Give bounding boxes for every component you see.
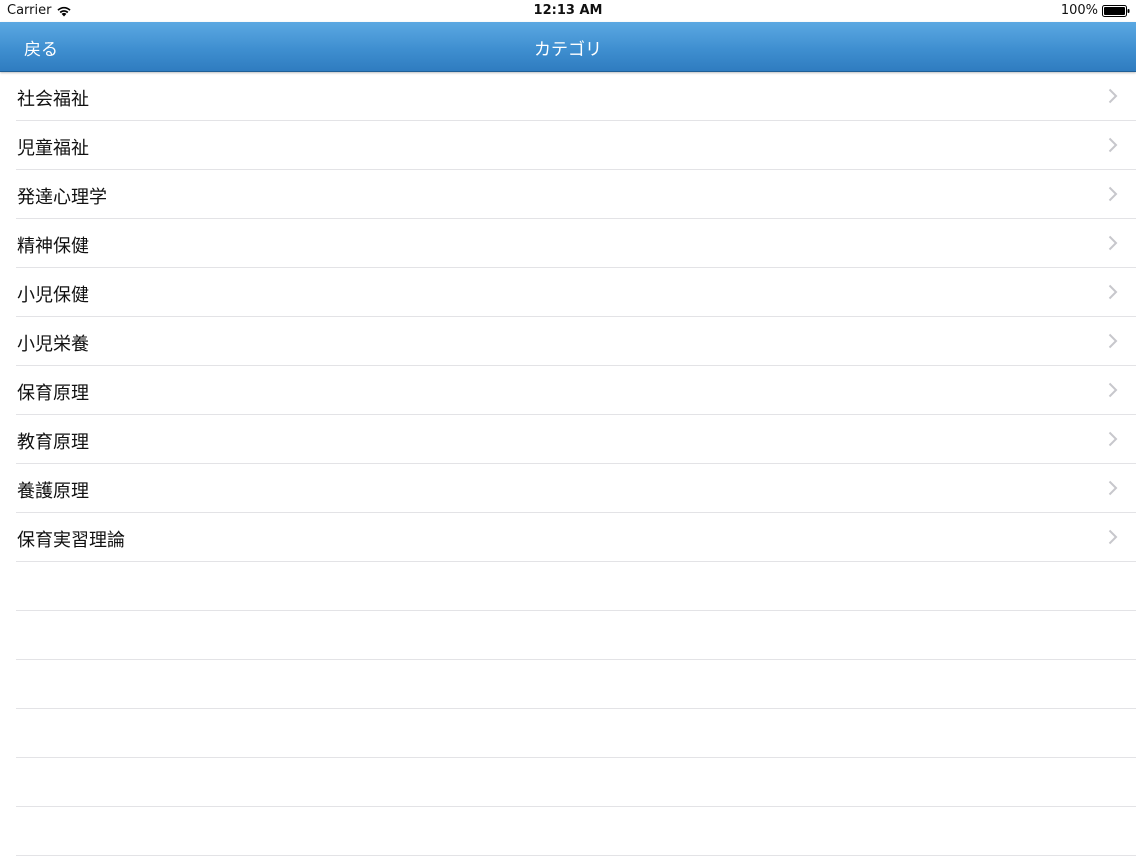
category-row[interactable]: 保育原理 bbox=[16, 366, 1136, 415]
page-title: カテゴリ bbox=[534, 40, 602, 60]
navigation-bar: 戻る カテゴリ bbox=[0, 22, 1136, 72]
battery-percent: 100% bbox=[1060, 3, 1098, 18]
status-time: 12:13 AM bbox=[533, 3, 603, 18]
chevron-right-icon bbox=[1108, 186, 1118, 202]
empty-row bbox=[16, 758, 1136, 807]
category-row[interactable]: 小児栄養 bbox=[16, 317, 1136, 366]
category-row[interactable]: 発達心理学 bbox=[16, 170, 1136, 219]
category-list: 社会福祉 児童福祉 発達心理学 精神保健 小児保健 小児栄養 保育原理 教育原理… bbox=[0, 72, 1136, 856]
category-label: 発達心理学 bbox=[17, 187, 107, 208]
empty-row bbox=[16, 807, 1136, 856]
chevron-right-icon bbox=[1108, 431, 1118, 447]
category-label: 教育原理 bbox=[17, 432, 89, 453]
empty-row bbox=[16, 709, 1136, 758]
status-bar: Carrier 12:13 AM 100% bbox=[0, 0, 1136, 22]
category-row[interactable]: 保育実習理論 bbox=[16, 513, 1136, 562]
chevron-right-icon bbox=[1108, 137, 1118, 153]
category-label: 養護原理 bbox=[17, 481, 89, 502]
chevron-right-icon bbox=[1108, 529, 1118, 545]
empty-row bbox=[16, 611, 1136, 660]
battery-icon bbox=[1102, 4, 1130, 17]
category-label: 精神保健 bbox=[17, 236, 89, 257]
category-row[interactable]: 小児保健 bbox=[16, 268, 1136, 317]
category-label: 保育原理 bbox=[17, 383, 89, 404]
chevron-right-icon bbox=[1108, 235, 1118, 251]
chevron-right-icon bbox=[1108, 88, 1118, 104]
category-row[interactable]: 精神保健 bbox=[16, 219, 1136, 268]
category-label: 社会福祉 bbox=[17, 89, 89, 110]
empty-row bbox=[16, 660, 1136, 709]
empty-row bbox=[16, 562, 1136, 611]
category-label: 小児保健 bbox=[17, 285, 89, 306]
category-row[interactable]: 養護原理 bbox=[16, 464, 1136, 513]
category-label: 保育実習理論 bbox=[17, 530, 125, 551]
chevron-right-icon bbox=[1108, 382, 1118, 398]
chevron-right-icon bbox=[1108, 284, 1118, 300]
category-row[interactable]: 児童福祉 bbox=[16, 121, 1136, 170]
chevron-right-icon bbox=[1108, 480, 1118, 496]
category-label: 児童福祉 bbox=[17, 138, 89, 159]
category-label: 小児栄養 bbox=[17, 334, 89, 355]
status-battery: 100% bbox=[1061, 3, 1130, 18]
category-row[interactable]: 教育原理 bbox=[16, 415, 1136, 464]
chevron-right-icon bbox=[1108, 333, 1118, 349]
category-row[interactable]: 社会福祉 bbox=[16, 72, 1136, 121]
